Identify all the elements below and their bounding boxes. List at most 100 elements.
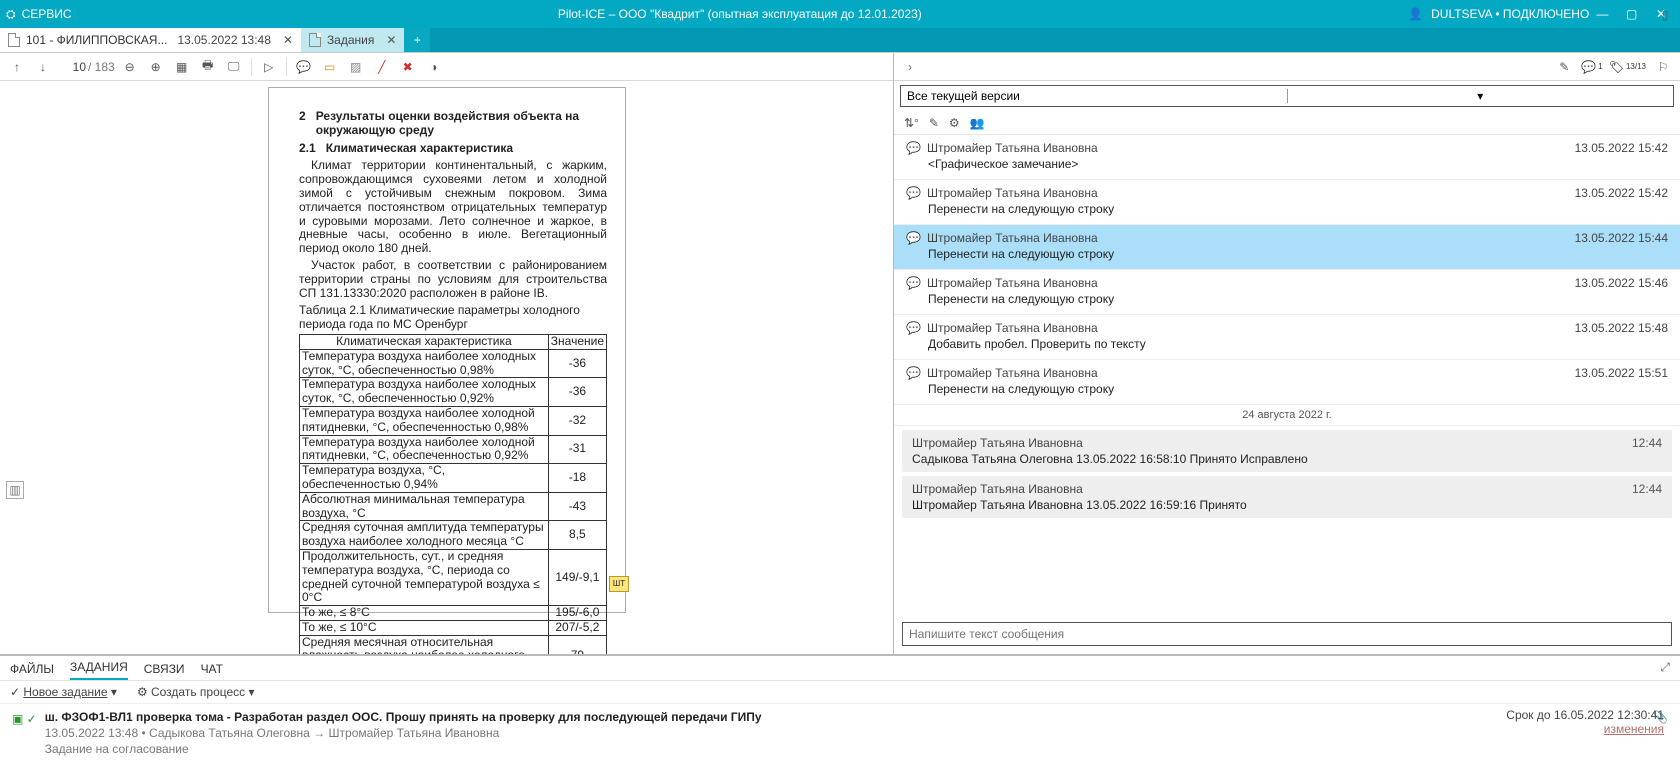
fit-page-button[interactable]: ▦ bbox=[171, 56, 193, 78]
comment-icon: 💬 bbox=[906, 231, 921, 245]
tasks-icon bbox=[309, 33, 321, 47]
comment-author: Штромайер Татьяна Ивановна bbox=[927, 321, 1098, 335]
message-input-wrap bbox=[902, 622, 1672, 646]
chat-indicator[interactable]: 💬1 bbox=[1581, 60, 1602, 74]
version-select[interactable]: Все текущей версии ▾ bbox=[900, 85, 1674, 107]
comment-body: Перенести на следующую строку bbox=[928, 247, 1668, 261]
link-filter-button[interactable]: ⚙ bbox=[949, 116, 960, 130]
tab-doc-close-icon[interactable]: ✕ bbox=[283, 33, 293, 47]
task-changes-link[interactable]: изменения bbox=[1506, 722, 1664, 736]
thread-time: 12:44 bbox=[1632, 482, 1662, 496]
collapse-panel-button[interactable]: › bbox=[900, 60, 920, 74]
draw-line-button[interactable]: ╱ bbox=[371, 56, 393, 78]
minimize-button[interactable]: — bbox=[1589, 7, 1615, 21]
comment-item[interactable]: 💬Штромайер Татьяна Ивановна13.05.2022 15… bbox=[894, 270, 1680, 315]
comment-body: Добавить пробел. Проверить по тексту bbox=[928, 337, 1668, 351]
comment-author: Штромайер Татьяна Ивановна bbox=[927, 186, 1098, 200]
print-button[interactable]: 🖶 bbox=[197, 56, 219, 78]
note-button[interactable]: ▭ bbox=[319, 56, 341, 78]
divider bbox=[286, 58, 287, 76]
sort-button[interactable]: ⇅° bbox=[904, 116, 919, 130]
zoom-in-button[interactable]: ⊕ bbox=[145, 56, 167, 78]
bookmark-button[interactable]: ⚐ bbox=[1652, 56, 1674, 78]
comment-author: Штромайер Татьяна Ивановна bbox=[927, 231, 1098, 245]
chevron-down-icon[interactable]: ▾ bbox=[1287, 89, 1674, 103]
thread-time: 12:44 bbox=[1632, 436, 1662, 450]
menu-service[interactable]: СЕРВИС bbox=[22, 7, 72, 21]
tab-doc-label: 101 - ФИЛИППОВСКАЯ... bbox=[26, 33, 167, 47]
tab-add-button[interactable]: + bbox=[404, 28, 430, 52]
zoom-out-button[interactable]: ⊖ bbox=[119, 56, 141, 78]
comment-item[interactable]: 💬Штромайер Татьяна Ивановна13.05.2022 15… bbox=[894, 135, 1680, 180]
page-indicator: / 183 bbox=[58, 60, 115, 74]
comment-button[interactable]: 💬 bbox=[293, 56, 315, 78]
comment-icon: 💬 bbox=[906, 186, 921, 200]
nav-down-button[interactable]: ↓ bbox=[32, 56, 54, 78]
bottom-panel: ФАЙЛЫ ЗАДАНИЯ СВЯЗИ ЧАТ ⤢ ✓ Новое задани… bbox=[0, 655, 1680, 766]
stamp-badge[interactable]: ШТ bbox=[609, 576, 629, 592]
user-label: DULTSEVA • ПОДКЛЮЧЕНО bbox=[1431, 7, 1589, 21]
app-title: Pilot-ICE – ООО "Квадрит" (опытная экспл… bbox=[72, 7, 1409, 21]
thread-item[interactable]: Штромайер Татьяна Ивановна 12:44 Штромайер… bbox=[902, 476, 1672, 518]
present-button[interactable]: 🖵 bbox=[223, 56, 245, 78]
comments-list[interactable]: 💬 Штромайер Татьяна Ивановна 13.05.2022 15… bbox=[894, 135, 1680, 616]
expand-panel-button[interactable]: ⤢ bbox=[1660, 660, 1670, 675]
comment-author: Штромайер Татьяна Ивановна bbox=[927, 276, 1098, 290]
comment-item[interactable]: 💬 Штромайер Татьяна Ивановна 13.05.2022 15… bbox=[894, 180, 1680, 225]
divider bbox=[251, 58, 252, 76]
comment-time: 13.05.2022 15:42 bbox=[1575, 141, 1668, 155]
sec-title: Климатическая характеристика bbox=[326, 142, 513, 156]
comment-item[interactable]: 💬 Штромайер Татьяна Ивановна 13.05.2022 15… bbox=[894, 225, 1680, 270]
pointer-button[interactable]: ▷ bbox=[258, 56, 280, 78]
new-task-button[interactable]: ✓ Новое задание ▾ bbox=[10, 685, 117, 699]
comment-icon: 💬 bbox=[906, 366, 921, 380]
tab-doc[interactable]: 101 - ФИЛИППОВСКАЯ... 13.05.2022 13:48 ✕ bbox=[0, 28, 301, 52]
thread-body: Садыкова Татьяна Олеговна 13.05.2022 16:… bbox=[912, 452, 1662, 466]
tab-files[interactable]: ФАЙЛЫ bbox=[10, 662, 54, 680]
message-input[interactable] bbox=[902, 622, 1672, 646]
table-1: Климатическая характеристикаЗначениеТемп… bbox=[299, 334, 607, 654]
comment-body: Перенести на следующую строку bbox=[928, 202, 1668, 216]
user-block[interactable]: 👤 DULTSEVA • ПОДКЛЮЧЕНО bbox=[1408, 7, 1589, 21]
comment-body: Перенести на следующую строку bbox=[928, 292, 1668, 306]
thread-body: Штромайер Татьяна Ивановна 13.05.2022 16… bbox=[912, 498, 1662, 512]
edit-comment-button[interactable]: ✎ bbox=[1553, 56, 1575, 78]
page-input[interactable] bbox=[58, 60, 86, 74]
edit-filter-button[interactable]: ✎ bbox=[929, 116, 939, 130]
document-viewport[interactable]: ▥ 2Результаты оценки воздействия объекта… bbox=[0, 81, 893, 654]
thread-item[interactable]: Штромайер Татьяна Ивановна12:44Садыкова … bbox=[902, 430, 1672, 472]
sec-num: 2.1 bbox=[299, 142, 316, 156]
comment-icon: 💬 bbox=[906, 276, 921, 290]
thumbnails-button[interactable]: ▥ bbox=[6, 481, 24, 499]
thread-author: Штромайер Татьяна Ивановна bbox=[912, 482, 1083, 496]
view-button[interactable]: ◑ bbox=[423, 56, 445, 78]
task-title: ш. ФЗОФ1-ВЛ1 проверка тома - Разработан … bbox=[45, 710, 1645, 724]
comment-item[interactable]: 💬Штромайер Татьяна Ивановна13.05.2022 15… bbox=[894, 360, 1680, 405]
highlight-button[interactable]: ▨ bbox=[345, 56, 367, 78]
tab-tasks[interactable]: Задания ✕ bbox=[301, 28, 405, 52]
badge-icon: 🏷 bbox=[1609, 60, 1624, 74]
maximize-button[interactable]: ▢ bbox=[1619, 7, 1645, 21]
tab-links[interactable]: СВЯЗИ bbox=[144, 662, 185, 680]
comment-item[interactable]: 💬Штромайер Татьяна Ивановна13.05.2022 15… bbox=[894, 315, 1680, 360]
comment-time: 13.05.2022 15:42 bbox=[1575, 186, 1668, 200]
comment-time: 13.05.2022 15:44 bbox=[1575, 231, 1668, 245]
left-pane: ↑ ↓ / 183 ⊖ ⊕ ▦ 🖶 🖵 ▷ 💬 ▭ ▨ ╱ ✖ ◑ ▯ bbox=[0, 53, 894, 654]
users-filter-button[interactable]: 👥 bbox=[970, 116, 985, 130]
task-status: Задание на согласование bbox=[45, 742, 1645, 756]
th: Значение bbox=[548, 334, 606, 349]
comment-body: <Графическое замечание> bbox=[928, 157, 1668, 171]
nav-up-button[interactable]: ↑ bbox=[6, 56, 28, 78]
tab-chat[interactable]: ЧАТ bbox=[201, 662, 223, 680]
tab-doc-date: 13.05.2022 13:48 bbox=[177, 33, 270, 47]
create-process-button[interactable]: ⚙ Создать процесс ▾ bbox=[137, 685, 255, 699]
tab-tasks-close-icon[interactable]: ✕ bbox=[386, 33, 396, 47]
date-separator: 24 августа 2022 г. bbox=[894, 405, 1680, 426]
tab-tasks-bottom[interactable]: ЗАДАНИЯ bbox=[70, 660, 128, 680]
sec-num: 2 bbox=[299, 110, 306, 138]
draw-cross-button[interactable]: ✖ bbox=[397, 56, 419, 78]
comment-icon: 💬 bbox=[906, 321, 921, 335]
document-icon bbox=[8, 33, 20, 47]
badge-indicator[interactable]: 🏷13/13 bbox=[1609, 60, 1646, 74]
task-row[interactable]: ▣ ✓ ш. ФЗОФ1-ВЛ1 проверка тома - Разрабо… bbox=[0, 704, 1680, 766]
